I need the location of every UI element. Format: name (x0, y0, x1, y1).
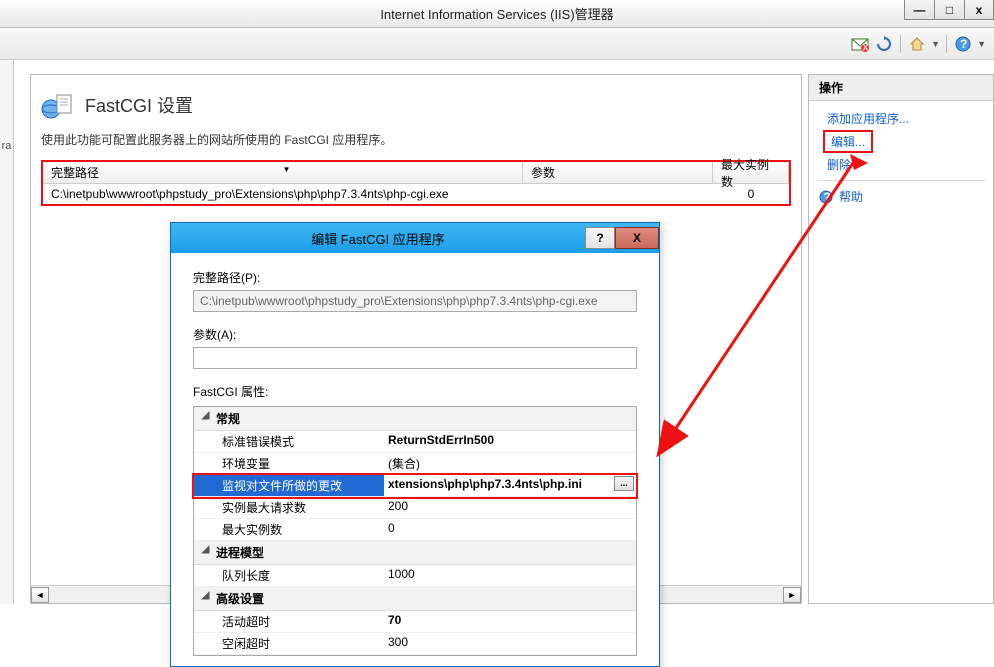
field-arguments: 参数(A): (193, 326, 637, 369)
prop-name: 活动超时 (194, 611, 384, 632)
browse-button[interactable]: ... (614, 476, 634, 491)
prop-name: 队列长度 (194, 565, 384, 586)
prop-value: 0 (384, 519, 636, 540)
sort-indicator-icon: ▼ (283, 165, 291, 174)
home-icon[interactable] (907, 34, 927, 54)
actions-header: 操作 (809, 75, 993, 101)
prop-value: 1000 (384, 565, 636, 586)
category-process-label: 进程模型 (216, 546, 264, 560)
collapse-icon[interactable]: ◢ (200, 591, 211, 602)
column-header-path[interactable]: 完整路径 ▼ (43, 162, 523, 183)
actions-separator (817, 180, 985, 181)
fastcgi-table: 完整路径 ▼ 参数 最大实例数 C:\inetpub\wwwroot\phpstu… (41, 160, 791, 206)
window-titlebar: Internet Information Services (IIS)管理器 —… (0, 0, 994, 28)
action-help-label: 帮助 (839, 188, 863, 205)
dropdown-arrow-icon[interactable]: ▼ (977, 39, 986, 49)
propgrid-category-general[interactable]: ◢ 常规 (194, 407, 636, 431)
prop-activity-timeout[interactable]: 活动超时 70 (194, 611, 636, 633)
cell-path: C:\inetpub\wwwroot\phpstudy_pro\Extensio… (43, 187, 523, 201)
toolbar-separator (900, 35, 901, 53)
edit-fastcgi-dialog: 编辑 FastCGI 应用程序 ? X 完整路径(P): 参数(A): Fast… (170, 222, 660, 667)
close-button[interactable]: x (964, 0, 994, 20)
page-header: FastCGI 设置 (41, 89, 791, 121)
dialog-title: 编辑 FastCGI 应用程序 (171, 229, 585, 248)
arguments-input[interactable] (193, 347, 637, 369)
prop-value-text: xtensions\php\php7.3.4nts\php.ini (388, 477, 582, 491)
prop-value: 70 (384, 611, 636, 632)
window-controls: — □ x (904, 0, 994, 20)
prop-value: (集合) (384, 453, 636, 474)
action-help[interactable]: ? 帮助 (809, 185, 993, 208)
dropdown-arrow-icon[interactable]: ▼ (931, 39, 940, 49)
maximize-button[interactable]: □ (934, 0, 964, 20)
table-row[interactable]: C:\inetpub\wwwroot\phpstudy_pro\Extensio… (43, 184, 789, 204)
prop-name: 标准错误模式 (194, 431, 384, 452)
toolbar: x ▼ ? ▼ (0, 28, 994, 60)
prop-std-err-mode[interactable]: 标准错误模式 ReturnStdErrIn500 (194, 431, 636, 453)
svg-text:?: ? (824, 190, 831, 204)
table-header: 完整路径 ▼ 参数 最大实例数 (43, 162, 789, 184)
dialog-title-buttons: ? X (585, 227, 659, 249)
edit-highlight-box: 编辑... (823, 130, 873, 153)
action-edit[interactable]: 编辑... (831, 135, 865, 149)
column-header-param[interactable]: 参数 (523, 162, 713, 183)
fastcgi-props-label: FastCGI 属性: (193, 383, 637, 400)
column-header-max[interactable]: 最大实例数 (713, 162, 789, 183)
prop-name: 空闲超时 (194, 633, 384, 654)
property-grid: ◢ 常规 标准错误模式 ReturnStdErrIn500 环境变量 (集合) … (193, 406, 637, 656)
prop-idle-timeout[interactable]: 空闲超时 300 (194, 633, 636, 655)
mail-icon[interactable]: x (850, 34, 870, 54)
action-delete[interactable]: 删除 (809, 153, 993, 176)
svg-text:?: ? (960, 37, 967, 51)
actions-panel: 操作 添加应用程序... 编辑... 删除 ? 帮助 (808, 74, 994, 604)
prop-value: 200 (384, 497, 636, 518)
full-path-label: 完整路径(P): (193, 269, 637, 286)
dialog-body: 完整路径(P): 参数(A): FastCGI 属性: ◢ 常规 标准错误模式 … (171, 253, 659, 666)
window-title: Internet Information Services (IIS)管理器 (0, 4, 994, 23)
dialog-titlebar[interactable]: 编辑 FastCGI 应用程序 ? X (171, 223, 659, 253)
propgrid-category-process[interactable]: ◢ 进程模型 (194, 541, 636, 565)
prop-value: 300 (384, 633, 636, 654)
refresh-icon[interactable] (874, 34, 894, 54)
prop-max-instances[interactable]: 最大实例数 0 (194, 519, 636, 541)
prop-queue-length[interactable]: 队列长度 1000 (194, 565, 636, 587)
prop-monitor-changes[interactable]: 监视对文件所做的更改 xtensions\php\php7.3.4nts\php… (194, 475, 636, 497)
field-full-path: 完整路径(P): (193, 269, 637, 312)
arguments-label: 参数(A): (193, 326, 637, 343)
dialog-help-button[interactable]: ? (585, 227, 615, 249)
monitor-changes-highlight: 监视对文件所做的更改 xtensions\php\php7.3.4nts\php… (192, 473, 638, 499)
prop-name: 环境变量 (194, 453, 384, 474)
help-icon[interactable]: ? (953, 34, 973, 54)
action-add-app[interactable]: 添加应用程序... (809, 107, 993, 130)
fastcgi-icon (41, 89, 73, 121)
page-title: FastCGI 设置 (85, 92, 193, 118)
prop-env-vars[interactable]: 环境变量 (集合) (194, 453, 636, 475)
prop-name: 最大实例数 (194, 519, 384, 540)
full-path-input[interactable] (193, 290, 637, 312)
minimize-button[interactable]: — (904, 0, 934, 20)
scroll-right-icon[interactable]: ► (783, 587, 801, 603)
prop-value: ReturnStdErrIn500 (384, 431, 636, 452)
page-description: 使用此功能可配置此服务器上的网站所使用的 FastCGI 应用程序。 (41, 131, 791, 148)
prop-value[interactable]: xtensions\php\php7.3.4nts\php.ini ... (384, 475, 636, 496)
actions-list: 添加应用程序... 编辑... 删除 ? 帮助 (809, 101, 993, 214)
column-header-path-label: 完整路径 (51, 164, 99, 181)
prop-max-requests[interactable]: 实例最大请求数 200 (194, 497, 636, 519)
dialog-close-button[interactable]: X (615, 227, 659, 249)
scroll-left-icon[interactable]: ◄ (31, 587, 49, 603)
help-icon: ? (819, 190, 833, 204)
prop-name: 监视对文件所做的更改 (194, 475, 384, 496)
propgrid-category-advanced[interactable]: ◢ 高级设置 (194, 587, 636, 611)
svg-text:x: x (863, 39, 869, 52)
category-general-label: 常规 (216, 412, 240, 426)
left-edge-label: ra (0, 60, 14, 604)
toolbar-separator (946, 35, 947, 53)
collapse-icon[interactable]: ◢ (200, 411, 211, 422)
collapse-icon[interactable]: ◢ (200, 545, 211, 556)
prop-name: 实例最大请求数 (194, 497, 384, 518)
